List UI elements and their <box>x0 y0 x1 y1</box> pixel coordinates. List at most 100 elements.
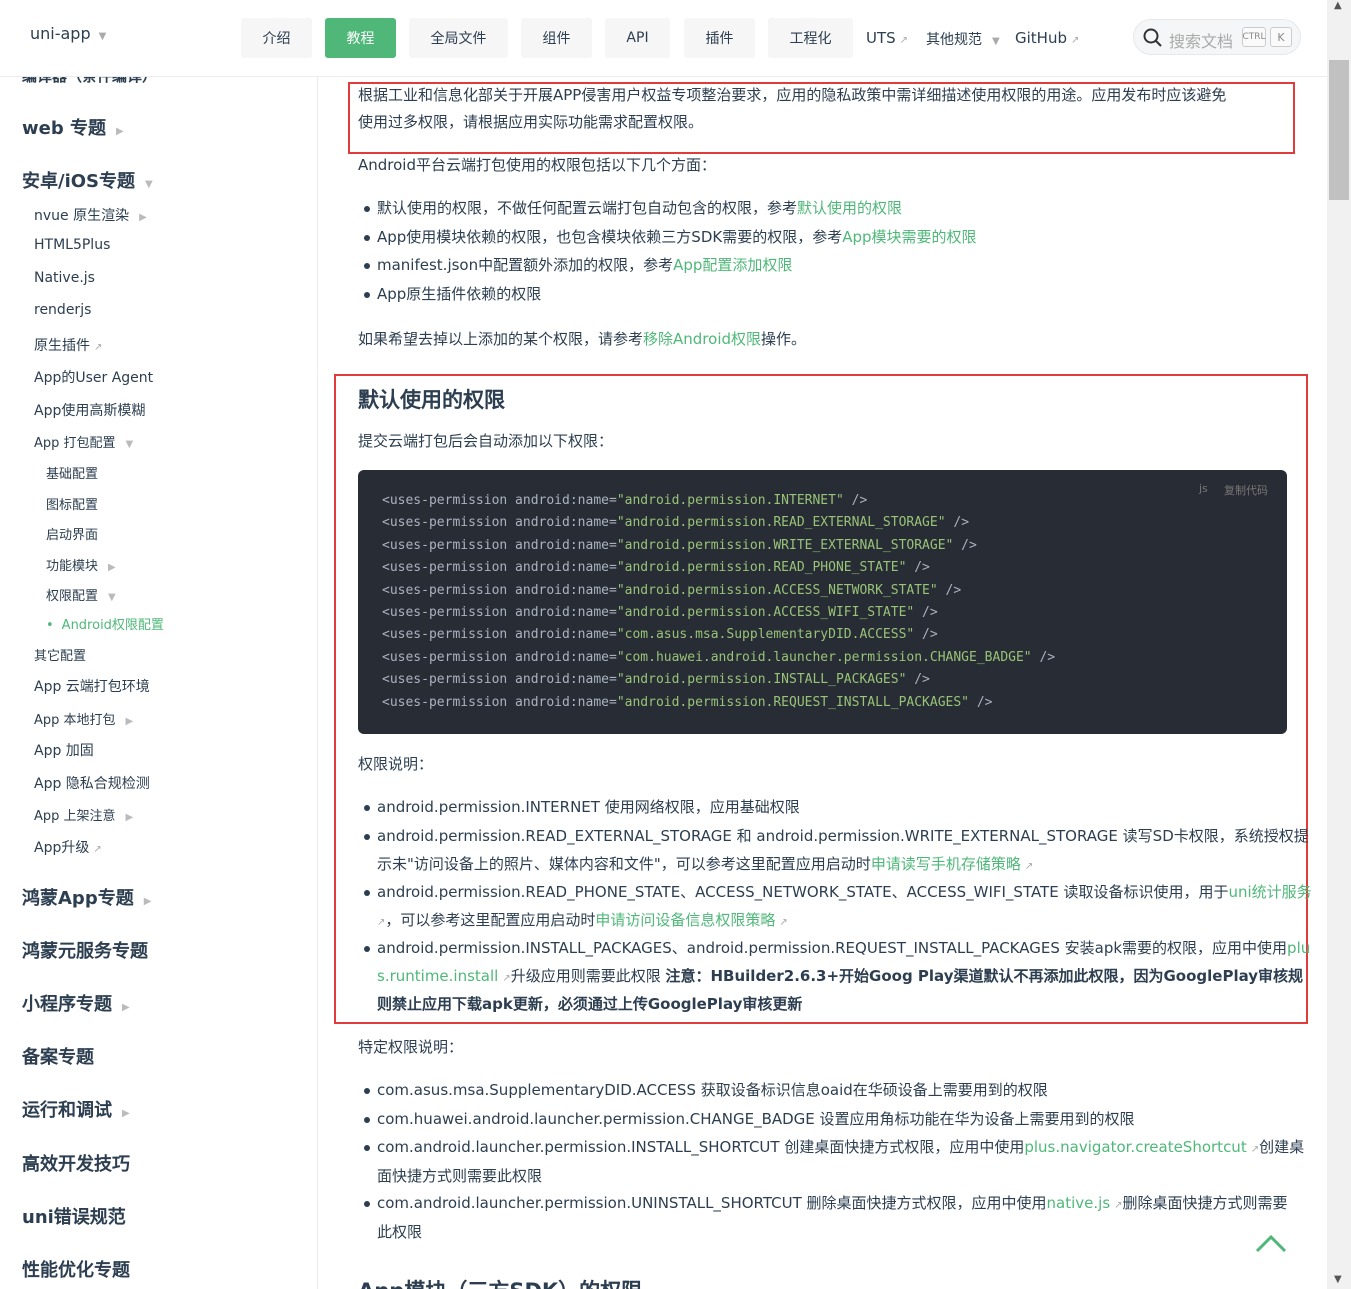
sidebar-item-native-plugin[interactable]: 原生插件 ↗ <box>34 335 102 355</box>
sidebar-item-compiler[interactable]: 编译器（条件编译） <box>22 77 157 86</box>
sidebar-item-upgrade[interactable]: App升级 ↗ <box>34 837 102 857</box>
sidebar-item-icon-config[interactable]: 图标配置 <box>46 494 98 513</box>
code-tag: <uses-permission android:name= <box>382 605 617 620</box>
list-item: 默认使用的权限，不做任何配置云端打包自动包含的权限，参考默认使用的权限 <box>377 194 902 222</box>
sidebar-item-splash[interactable]: 启动界面 <box>46 524 98 543</box>
scroll-down-arrow-icon[interactable]: ▼ <box>1334 1274 1342 1285</box>
chevron-right-icon: ▶ <box>116 126 124 137</box>
code-tag-end: /> <box>906 672 930 688</box>
sidebar-item-filing[interactable]: 备案专题 <box>22 1043 94 1069</box>
sidebar-item-local-pack[interactable]: App 本地打包 ▶ <box>34 709 133 728</box>
sidebar-item-performance[interactable]: 性能优化专题 <box>22 1256 130 1282</box>
bullet-dot <box>364 1201 370 1207</box>
nav-global-files[interactable]: 全局文件 <box>409 18 508 58</box>
brand-dropdown[interactable]: uni-app ▼ <box>30 24 106 43</box>
copy-code-button[interactable]: 复制代码 <box>1224 482 1268 498</box>
nav-api[interactable]: API <box>605 18 670 58</box>
code-tag: <uses-permission android:name= <box>382 537 617 553</box>
device-info-strategy-link[interactable]: 申请访问设备信息权限策略 <box>595 911 775 929</box>
code-string: "android.permission.ACCESS_NETWORK_STATE… <box>616 582 938 598</box>
nav-components[interactable]: 组件 <box>521 18 592 58</box>
nav-intro[interactable]: 介绍 <box>241 18 312 58</box>
nativejs-link[interactable]: native.js <box>1047 1194 1111 1212</box>
sidebar-item-privacy[interactable]: App 隐私合规检测 <box>34 773 150 793</box>
sidebar-label: App升级 <box>34 840 90 856</box>
perm-text: android.permission.INSTALL_PACKAGES、andr… <box>377 939 1288 957</box>
bullet-dot <box>364 1117 370 1123</box>
sidebar-item-app-pack[interactable]: App 打包配置 ▼ <box>34 432 133 451</box>
sidebar-item-html5plus[interactable]: HTML5Plus <box>34 237 110 253</box>
chevron-down-icon: ▼ <box>125 439 134 450</box>
remove-paragraph: 如果希望去掉以上添加的某个权限，请参考移除Android权限操作。 <box>358 325 806 353</box>
nav-other-specs[interactable]: 其他规范 ▼ <box>926 29 1000 49</box>
search-placeholder: 搜索文档 <box>1169 32 1234 51</box>
config-permissions-link[interactable]: App配置添加权限 <box>673 256 792 274</box>
sidebar-item-blur[interactable]: App使用高斯模糊 <box>34 400 145 420</box>
sidebar-item-dev-tips[interactable]: 高效开发技巧 <box>22 1150 130 1176</box>
sidebar-item-debug[interactable]: 运行和调试 ▶ <box>22 1096 130 1122</box>
remove-text: 如果希望去掉以上添加的某个权限，请参考 <box>358 330 644 348</box>
code-string: "com.asus.msa.SupplementaryDID.ACCESS" <box>616 627 915 643</box>
sidebar-item-renderjs[interactable]: renderjs <box>34 302 91 318</box>
bullet-dot <box>364 890 370 896</box>
nav-uts[interactable]: UTS ↗ <box>866 29 908 47</box>
sidebar-item-web[interactable]: web 专题 ▶ <box>22 114 124 140</box>
back-to-top-icon[interactable] <box>1254 1232 1288 1254</box>
perm-text: 升级应用则需要此权限 <box>510 967 666 985</box>
aspects-text: Android平台云端打包使用的权限包括以下几个方面： <box>358 156 716 174</box>
sidebar-item-other-config[interactable]: 其它配置 <box>34 645 86 664</box>
sidebar-item-permission[interactable]: 权限配置 ▼ <box>46 585 116 604</box>
remove-permission-link[interactable]: 移除Android权限 <box>643 330 761 348</box>
module-permissions-link[interactable]: App模块需要的权限 <box>842 228 976 246</box>
code-line: <uses-permission android:name="com.asus.… <box>382 627 938 642</box>
runtime-install-link[interactable]: s.runtime.install <box>377 967 498 985</box>
sidebar-item-nvue[interactable]: nvue 原生渲染 ▶ <box>34 205 147 225</box>
sidebar-item-harmony-service[interactable]: 鸿蒙元服务专题 <box>22 937 148 963</box>
search-box[interactable]: 搜索文档 CTRL K <box>1133 19 1301 55</box>
sidebar-item-harmony-app[interactable]: 鸿蒙App专题 ▶ <box>22 884 151 910</box>
external-link-icon: ↗ <box>1070 35 1080 46</box>
sidebar-item-android-permission[interactable]: • Android权限配置 <box>46 614 164 633</box>
sidebar-item-basic-config[interactable]: 基础配置 <box>46 463 98 482</box>
code-tag-end: /> <box>1031 649 1056 665</box>
scrollbar-thumb[interactable] <box>1329 60 1349 200</box>
nav-engineering[interactable]: 工程化 <box>768 18 853 58</box>
storage-strategy-link[interactable]: 申请读写手机存储策略 <box>871 855 1021 873</box>
intro-line-1: 根据工业和信息化部关于开展APP侵害用户权益专项整治要求，应用的隐私政策中需详细… <box>358 86 1227 104</box>
sidebar-label: 权限配置 <box>46 589 99 604</box>
create-shortcut-link[interactable]: plus.navigator.createShortcut <box>1024 1138 1246 1156</box>
sidebar-label: App 本地打包 <box>34 713 116 728</box>
sidebar-item-modules[interactable]: 功能模块 ▶ <box>46 555 116 574</box>
default-permissions-link[interactable]: 默认使用的权限 <box>797 199 902 217</box>
nav-github[interactable]: GitHub ↗ <box>1015 29 1079 47</box>
sidebar-item-nativejs[interactable]: Native.js <box>34 270 95 286</box>
code-string: "android.permission.READ_EXTERNAL_STORAG… <box>616 515 946 531</box>
external-link-icon: ↗ <box>899 35 909 46</box>
code-tag-end: /> <box>953 537 977 553</box>
chevron-right-icon: ▶ <box>125 716 134 727</box>
main-content: 根据工业和信息化部关于开展APP侵害用户权益专项整治要求，应用的隐私政策中需详细… <box>319 77 1327 1289</box>
chevron-down-icon: ▼ <box>145 179 153 190</box>
list-item-text: App使用模块依赖的权限，也包含模块依赖三方SDK需要的权限，参考 <box>377 228 843 246</box>
code-string: "android.permission.ACCESS_WIFI_STATE" <box>616 605 915 620</box>
code-tag-end: /> <box>906 560 930 576</box>
external-link-icon: ↗ <box>93 844 102 855</box>
uni-stat-link[interactable]: uni统计服务 <box>1228 883 1311 901</box>
sidebar-item-user-agent[interactable]: App的User Agent <box>34 367 153 387</box>
special-item-install-shortcut-cont: 面快捷方式则需要此权限 <box>377 1167 543 1185</box>
code-block: js 复制代码 <uses-permission android:name="a… <box>358 470 1287 734</box>
sidebar-item-miniprogram[interactable]: 小程序专题 ▶ <box>22 990 130 1016</box>
sidebar-item-store-notes[interactable]: App 上架注意 ▶ <box>34 805 133 824</box>
nav-github-label: GitHub <box>1015 29 1067 47</box>
perm-text: com.android.launcher.permission.INSTALL_… <box>377 1138 1025 1156</box>
scroll-up-arrow-icon[interactable]: ▲ <box>1334 0 1342 11</box>
nav-plugins[interactable]: 插件 <box>684 18 755 58</box>
sidebar-item-android-ios[interactable]: 安卓/iOS专题 ▼ <box>22 167 153 193</box>
perm-text: ，可以参考这里配置应用启动时 <box>385 911 596 929</box>
sidebar-item-harden[interactable]: App 加固 <box>34 740 94 760</box>
sidebar-item-cloud-env[interactable]: App 云端打包环境 <box>34 676 150 696</box>
runtime-install-link[interactable]: plu <box>1287 939 1310 957</box>
nav-tutorial[interactable]: 教程 <box>325 18 396 58</box>
code-tag: <uses-permission android:name= <box>382 582 617 598</box>
sidebar-item-error-spec[interactable]: uni错误规范 <box>22 1203 126 1229</box>
